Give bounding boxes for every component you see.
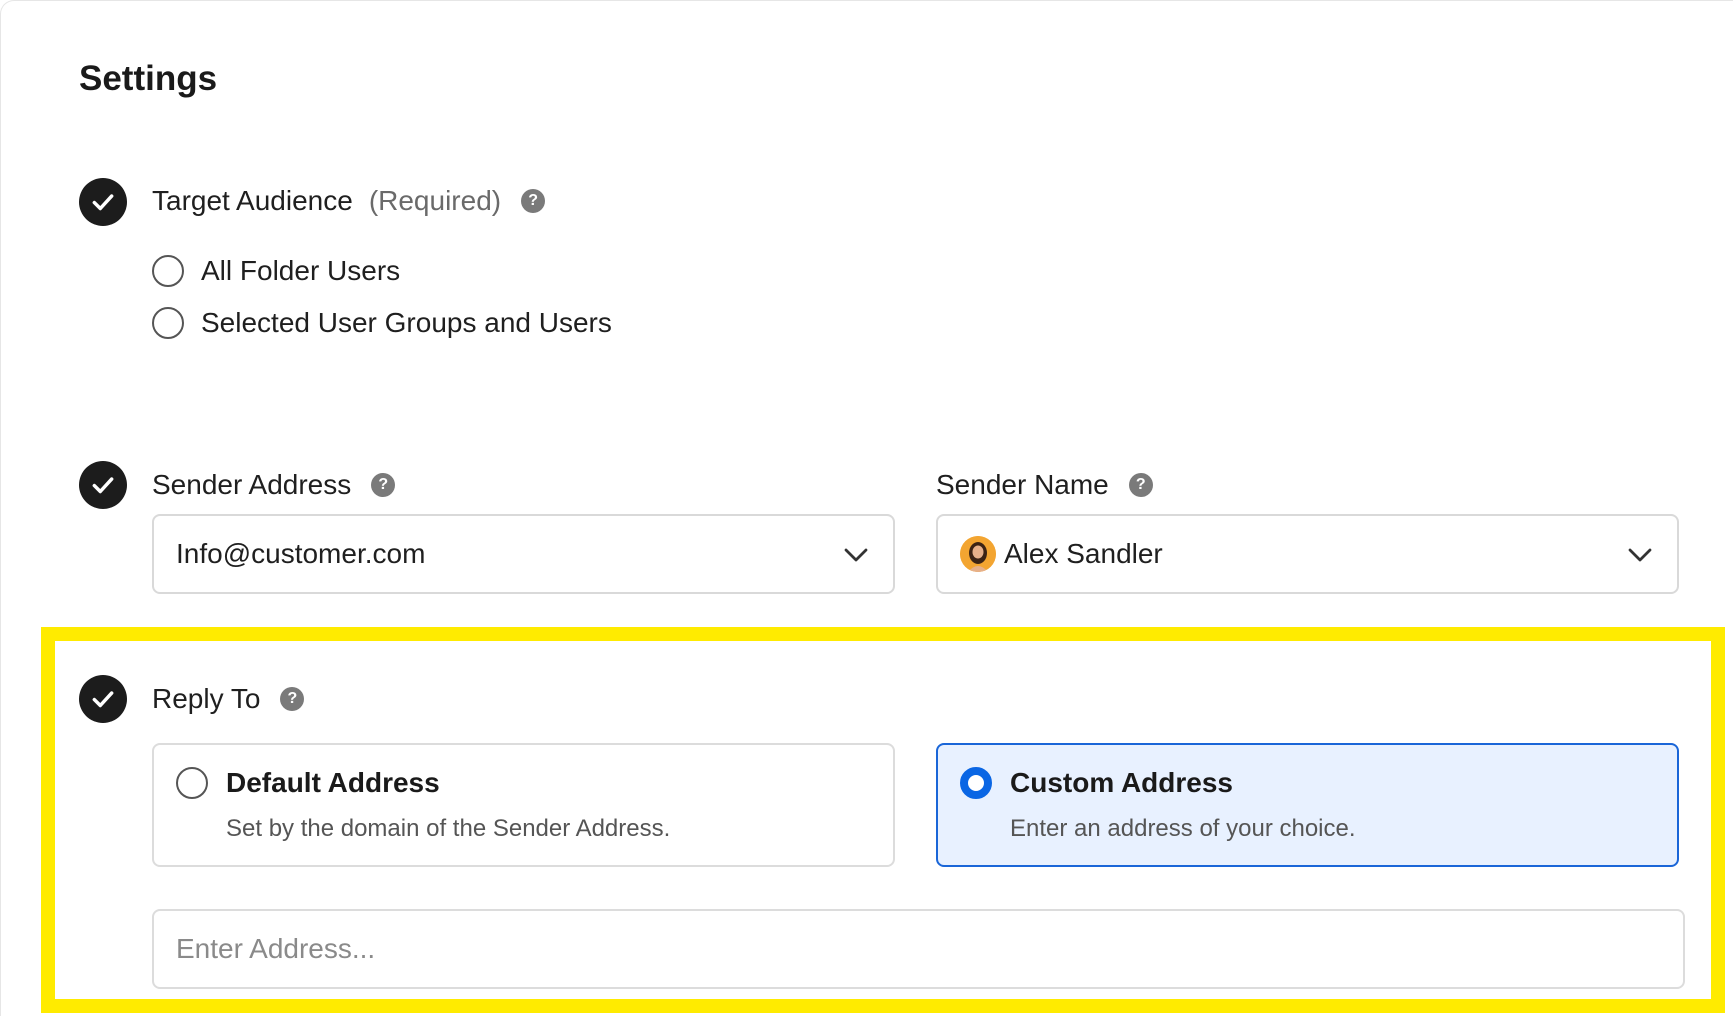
custom-address-option[interactable]: Custom Address Enter an address of your … xyxy=(936,743,1679,867)
sender-address-value: Info@customer.com xyxy=(176,538,426,569)
default-address-option[interactable]: Default Address Set by the domain of the… xyxy=(152,743,895,867)
radio-selected-user-groups[interactable]: Selected User Groups and Users xyxy=(152,301,612,345)
sender-address-label: Sender Address ? xyxy=(152,463,396,507)
target-audience-label: Target Audience (Required) ? xyxy=(152,179,546,223)
reply-to-label: Reply To ? xyxy=(152,677,305,721)
chevron-down-icon xyxy=(1628,548,1652,562)
chevron-down-icon xyxy=(844,548,868,562)
sender-address-help-icon[interactable]: ? xyxy=(371,473,396,497)
radio-circle[interactable] xyxy=(152,255,184,287)
sender-address-dropdown[interactable]: Info@customer.com xyxy=(152,514,895,594)
sender-address-label-text: Sender Address xyxy=(152,469,352,500)
avatar xyxy=(960,536,996,572)
reply-to-check-icon xyxy=(79,675,127,723)
option-title: Custom Address xyxy=(1010,767,1234,798)
option-description: Set by the domain of the Sender Address. xyxy=(226,815,671,842)
sender-name-dropdown[interactable]: Alex Sandler xyxy=(936,514,1679,594)
radio-circle[interactable] xyxy=(152,307,184,339)
reply-to-help-icon[interactable]: ? xyxy=(280,687,305,711)
option-title: Default Address xyxy=(226,767,440,798)
sender-name-label-text: Sender Name xyxy=(936,469,1109,500)
required-indicator: (Required) xyxy=(368,185,502,216)
sender-name-value: Alex Sandler xyxy=(1004,538,1163,569)
radio-circle[interactable] xyxy=(176,767,208,799)
settings-panel: Settings Target Audience (Required) ? Al… xyxy=(0,0,1733,1016)
target-audience-label-text: Target Audience xyxy=(152,185,353,216)
radio-circle-selected[interactable] xyxy=(960,767,992,799)
option-description: Enter an address of your choice. xyxy=(1010,815,1356,842)
sender-name-label: Sender Name ? xyxy=(936,463,1153,507)
radio-all-folder-users[interactable]: All Folder Users xyxy=(152,249,400,293)
page-title: Settings xyxy=(79,59,218,98)
radio-label: Selected User Groups and Users xyxy=(201,307,612,338)
target-audience-check-icon xyxy=(79,178,127,226)
reply-to-label-text: Reply To xyxy=(152,683,261,714)
radio-label: All Folder Users xyxy=(201,255,401,286)
target-audience-help-icon[interactable]: ? xyxy=(521,189,546,213)
reply-to-address-input[interactable] xyxy=(152,909,1685,989)
sender-address-check-icon xyxy=(79,461,127,509)
sender-name-help-icon[interactable]: ? xyxy=(1128,473,1153,497)
